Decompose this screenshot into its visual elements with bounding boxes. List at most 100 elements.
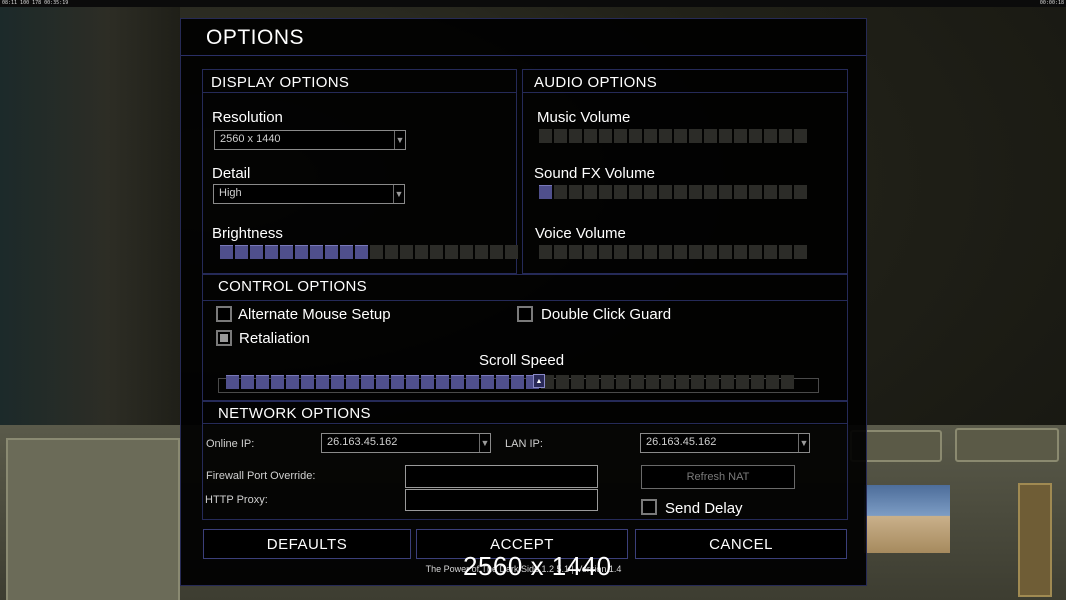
sound-fx-volume-slider[interactable] [539, 185, 807, 199]
brightness-slider[interactable] [220, 245, 518, 259]
slider-segment [584, 245, 597, 259]
slider-segment [646, 375, 659, 389]
slider-segment [475, 245, 488, 259]
double-click-guard-label: Double Click Guard [541, 306, 672, 323]
slider-segment [490, 245, 503, 259]
slider-segment [659, 185, 672, 199]
hud-stats-left: 08:11 100 178 00:35:19 [2, 0, 69, 6]
cancel-button[interactable]: CANCEL [635, 529, 847, 559]
slider-segment [226, 375, 239, 389]
slider-segment [331, 375, 344, 389]
slider-segment [734, 245, 747, 259]
slider-segment [430, 245, 443, 259]
defaults-button[interactable]: DEFAULTS [203, 529, 411, 559]
slider-segment [736, 375, 749, 389]
network-options-header: NETWORK OPTIONS [218, 405, 371, 422]
detail-select[interactable]: High ▼ [213, 184, 405, 204]
slider-segment [704, 245, 717, 259]
slider-segment [445, 245, 458, 259]
slider-segment [554, 185, 567, 199]
slider-segment [764, 245, 777, 259]
unit-portrait [864, 485, 950, 553]
slider-segment [271, 375, 284, 389]
slider-segment [749, 185, 762, 199]
slider-segment [539, 245, 552, 259]
slider-segment [734, 129, 747, 143]
slider-segment [691, 375, 704, 389]
background-scene [0, 7, 180, 425]
top-hud-bar [0, 0, 1066, 7]
slider-segment [391, 375, 404, 389]
resolution-select[interactable]: 2560 x 1440 ▼ [214, 130, 406, 150]
slider-segment [586, 375, 599, 389]
slider-segment [466, 375, 479, 389]
slider-segment [644, 185, 657, 199]
refresh-nat-button[interactable]: Refresh NAT [641, 465, 795, 489]
slider-segment [706, 375, 719, 389]
slider-segment [554, 245, 567, 259]
slider-segment [794, 129, 807, 143]
slider-segment [400, 245, 413, 259]
chevron-down-icon: ▼ [394, 131, 405, 149]
slider-segment [764, 185, 777, 199]
slider-segment [644, 129, 657, 143]
slider-segment [340, 245, 353, 259]
slider-segment [674, 129, 687, 143]
online-ip-select[interactable]: 26.163.45.162 ▼ [321, 433, 491, 453]
slider-segment [569, 185, 582, 199]
slider-segment [481, 375, 494, 389]
lan-ip-select[interactable]: 26.163.45.162 ▼ [640, 433, 810, 453]
slider-segment [346, 375, 359, 389]
slider-segment [316, 375, 329, 389]
slider-segment [280, 245, 293, 259]
send-delay-checkbox[interactable] [641, 499, 657, 515]
chevron-down-icon: ▼ [798, 434, 809, 452]
options-dialog: OPTIONS DISPLAY OPTIONS Resolution 2560 … [180, 18, 867, 586]
slider-segment [644, 245, 657, 259]
slider-segment [505, 245, 518, 259]
slider-segment [421, 375, 434, 389]
chevron-down-icon: ▼ [393, 185, 404, 203]
scroll-speed-label: Scroll Speed [479, 352, 565, 369]
alternate-mouse-checkbox[interactable] [216, 306, 232, 322]
slider-segment [689, 185, 702, 199]
slider-segment [451, 375, 464, 389]
slider-segment [689, 129, 702, 143]
scroll-speed-thumb[interactable]: ▲ [533, 374, 545, 388]
brightness-label: Brightness [212, 225, 283, 242]
http-proxy-input[interactable] [405, 489, 598, 511]
slider-segment [689, 245, 702, 259]
firewall-port-label: Firewall Port Override: [206, 470, 316, 482]
slider-segment [460, 245, 473, 259]
slider-segment [719, 129, 732, 143]
slider-segment [539, 185, 552, 199]
slider-segment [764, 129, 777, 143]
slider-segment [629, 245, 642, 259]
slider-segment [235, 245, 248, 259]
title-bar: OPTIONS [181, 19, 866, 56]
slider-segment [704, 185, 717, 199]
general-star-column [1018, 483, 1052, 597]
retaliation-checkbox[interactable] [216, 330, 232, 346]
slider-segment [436, 375, 449, 389]
dialog-title: OPTIONS [206, 26, 305, 49]
music-volume-slider[interactable] [539, 129, 807, 143]
slider-segment [781, 375, 794, 389]
audio-options-header: AUDIO OPTIONS [534, 74, 658, 91]
firewall-port-input[interactable] [405, 465, 598, 488]
slider-segment [676, 375, 689, 389]
lan-ip-label: LAN IP: [505, 438, 543, 450]
slider-segment [599, 245, 612, 259]
double-click-guard-checkbox[interactable] [517, 306, 533, 322]
alternate-mouse-label: Alternate Mouse Setup [238, 306, 391, 323]
slider-segment [719, 245, 732, 259]
slider-segment [241, 375, 254, 389]
slider-segment [554, 129, 567, 143]
slider-segment [571, 375, 584, 389]
slider-segment [779, 129, 792, 143]
slider-segment [599, 185, 612, 199]
slider-segment [779, 185, 792, 199]
slider-segment [511, 375, 524, 389]
scroll-speed-slider[interactable] [226, 375, 794, 389]
voice-volume-slider[interactable] [539, 245, 807, 259]
